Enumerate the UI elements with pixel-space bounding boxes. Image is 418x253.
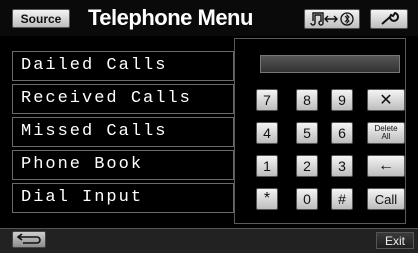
call-button[interactable]: Call [367,188,405,210]
key-4[interactable]: 4 [256,122,278,144]
exit-button[interactable]: Exit [376,232,414,249]
wrench-icon [381,12,399,25]
key-hash[interactable]: # [331,188,353,210]
key-0[interactable]: 0 [296,188,318,210]
footer-bar [0,228,418,253]
key-7[interactable]: 7 [256,89,278,111]
key-6[interactable]: 6 [331,122,353,144]
delete-all-button[interactable]: Delete All [367,122,405,144]
clear-button[interactable]: ✕ [367,89,405,111]
music-bluetooth-button[interactable] [304,9,360,29]
settings-tool-button[interactable] [370,9,408,29]
menu-item-phone-book[interactable]: Phone Book [12,150,234,180]
key-9[interactable]: 9 [331,89,353,111]
key-5[interactable]: 5 [296,122,318,144]
key-1[interactable]: 1 [256,155,278,177]
key-star[interactable]: * [256,188,278,210]
key-2[interactable]: 2 [296,155,318,177]
menu-item-dialed-calls[interactable]: Dailed Calls [12,51,234,81]
number-display-field [260,55,400,73]
back-button[interactable] [12,231,46,248]
backspace-button[interactable]: ← [367,155,405,177]
menu-item-missed-calls[interactable]: Missed Calls [12,117,234,147]
key-8[interactable]: 8 [296,89,318,111]
return-icon [16,233,41,244]
source-button[interactable]: Source [12,9,70,28]
delete-all-label-line2: All [381,132,391,141]
menu-item-dial-input[interactable]: Dial Input [12,183,234,213]
menu-item-received-calls[interactable]: Received Calls [12,84,234,114]
page-title: Telephone Menu [88,5,253,30]
key-3[interactable]: 3 [331,155,353,177]
music-bluetooth-icon [310,12,354,26]
